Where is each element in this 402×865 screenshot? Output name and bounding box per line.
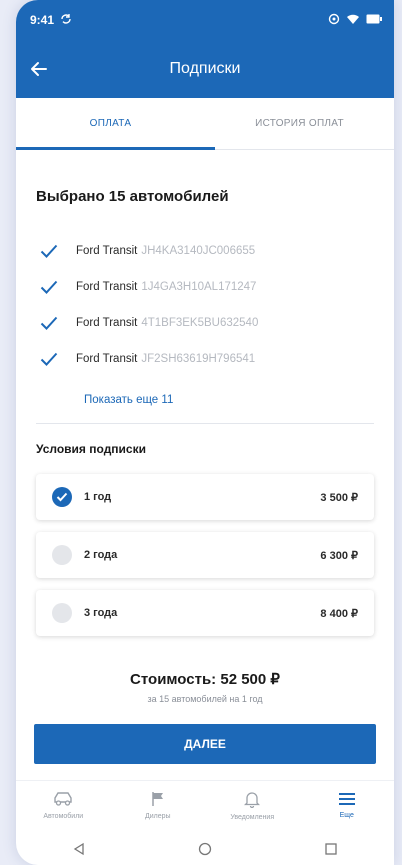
total-note: за 15 автомобилей на 1 год [147,694,263,704]
arrow-left-icon [31,62,47,76]
nav-item-cars[interactable]: Автомобили [16,781,111,830]
bell-icon [244,791,261,808]
tab-bar: ОПЛАТА ИСТОРИЯ ОПЛАТ [16,98,394,150]
car-model: Ford Transit [76,245,138,257]
car-model: Ford Transit [76,281,138,293]
car-model: Ford Transit [76,317,138,329]
car-model: Ford Transit [76,353,138,365]
check-icon [40,244,62,258]
car-vin: 1J4GA3H10AL171247 [141,281,257,293]
subscription-terms-title: Условия подписки [36,442,146,456]
car-vin: JH4KA3140JC006655 [141,245,256,257]
system-home-icon[interactable] [198,842,212,856]
total-block: Стоимость: 52 500 ₽ за 15 автомобилей на… [16,648,394,704]
plan-option-3-years[interactable]: 3 года 8 400 ₽ [36,590,374,636]
car-icon [54,792,72,806]
active-tab-indicator [16,147,215,150]
plan-price: 8 400 ₽ [320,607,358,620]
car-vin: JF2SH63619H796541 [141,353,256,365]
tab-payment[interactable]: ОПЛАТА [16,98,205,149]
plan-price: 6 300 ₽ [320,549,358,562]
nav-item-notifications[interactable]: Уведомления [205,781,300,830]
phone-screen: 9:41 Подписки ОПЛАТА ИСТОРИЯ ОПЛАТ Выбра… [16,0,394,865]
car-item[interactable]: Ford Transit 4T1BF3EK5BU632540 [40,305,374,341]
plan-label: 2 года [84,549,118,561]
plan-label: 3 года [84,607,118,619]
selected-cars-title: Выбрано 15 автомобилей [36,188,229,205]
system-recents-icon[interactable] [324,842,338,856]
flag-icon [152,792,163,806]
show-more-link[interactable]: Показать еще 11 [16,377,394,417]
check-icon [40,280,62,294]
system-navigation [16,832,394,865]
system-back-icon[interactable] [72,842,86,856]
status-bar: 9:41 [16,0,394,40]
radio-unchecked-icon [52,545,72,565]
wifi-icon [346,13,360,28]
car-vin: 4T1BF3EK5BU632540 [141,317,259,329]
back-button[interactable] [24,54,54,84]
nav-label: Дилеры [144,813,171,820]
plan-label: 1 год [84,491,112,503]
car-list: Ford Transit JH4KA3140JC006655 Ford Tran… [16,205,394,377]
car-item[interactable]: Ford Transit 1J4GA3H10AL171247 [40,269,374,305]
nav-item-more[interactable]: Еще [300,781,395,830]
plan-option-2-years[interactable]: 2 года 6 300 ₽ [36,532,374,578]
next-button[interactable]: ДАЛЕЕ [34,724,376,764]
battery-icon [366,13,382,27]
nav-label: Автомобили [43,813,84,820]
total-cost: Стоимость: 52 500 ₽ [130,671,280,688]
plan-option-1-year[interactable]: 1 год 3 500 ₽ [36,474,374,520]
menu-icon [338,793,355,805]
title-bar: Подписки [16,40,394,98]
check-icon [40,316,62,330]
check-icon [40,352,62,366]
nav-item-dealers[interactable]: Дилеры [111,781,206,830]
nav-label: Уведомления [230,813,275,821]
tab-payment-history[interactable]: ИСТОРИЯ ОПЛАТ [205,98,394,149]
sync-icon [60,13,72,28]
plan-price: 3 500 ₽ [320,491,358,504]
app-bar: 9:41 Подписки [16,0,394,98]
radio-checked-icon [52,487,72,507]
page-title: Подписки [169,60,241,77]
car-item[interactable]: Ford Transit JH4KA3140JC006655 [40,233,374,269]
location-icon [328,13,340,28]
car-item[interactable]: Ford Transit JF2SH63619H796541 [40,341,374,377]
bottom-navigation: Автомобили Дилеры Уведомления Еще [16,780,394,830]
nav-label: Еще [339,812,354,819]
radio-unchecked-icon [52,603,72,623]
status-time: 9:41 [30,13,55,27]
